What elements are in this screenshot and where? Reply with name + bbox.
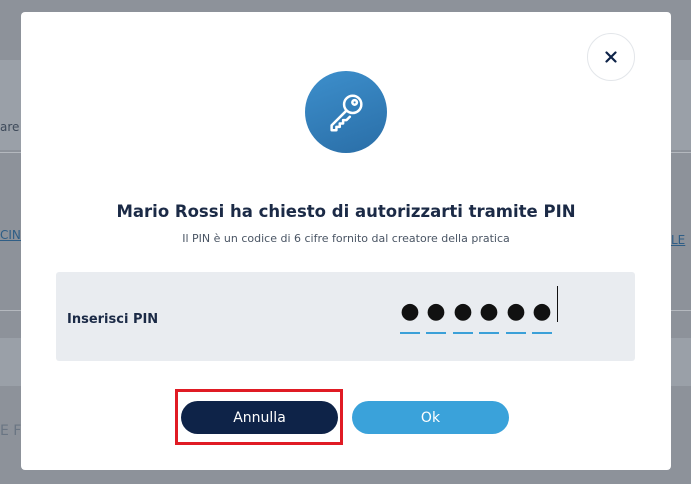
key-badge [305,71,387,153]
background-text: are [0,120,20,134]
pin-digit-underline [426,332,446,334]
pin-digit-field[interactable]: ● [479,296,499,334]
dialog-title: Mario Rossi ha chiesto di autorizzarti t… [116,202,576,221]
pin-digit-value: ● [426,299,446,324]
background-divider [0,310,22,311]
highlight-box [175,389,343,445]
pin-digit-value: ● [506,299,526,324]
background-link: LE [671,233,686,247]
text-caret [557,286,558,322]
pin-digit-underline [453,332,473,334]
pin-digit-underline [532,332,552,334]
key-icon [330,94,363,132]
pin-digit-field[interactable]: ● [506,296,526,334]
pin-digit-value: ● [479,299,499,324]
background-divider [671,152,691,153]
background-text: E F [0,423,22,439]
ok-button[interactable]: Ok [352,401,509,434]
close-button[interactable] [587,33,635,81]
close-icon [605,51,617,63]
pin-digit-value: ● [400,299,420,324]
pin-digit-field[interactable]: ● [532,296,552,334]
background-divider [0,152,22,153]
pin-label: Inserisci PIN [67,312,159,327]
background-divider [671,310,691,311]
pin-digit-field[interactable]: ● [426,296,446,334]
pin-digit-underline [400,332,420,334]
pin-digit-value: ● [453,299,473,324]
dialog-subtitle: Il PIN è un codice di 6 cifre fornito da… [182,232,510,245]
pin-entry-panel: Inserisci PIN ● ● ● ● ● ● [56,272,635,361]
pin-digit-underline [479,332,499,334]
pin-digit-value: ● [532,299,552,324]
pin-digit-field[interactable]: ● [453,296,473,334]
pin-digit-field[interactable]: ● [400,296,420,334]
pin-authorization-dialog: Mario Rossi ha chiesto di autorizzarti t… [21,12,671,470]
pin-digit-underline [506,332,526,334]
